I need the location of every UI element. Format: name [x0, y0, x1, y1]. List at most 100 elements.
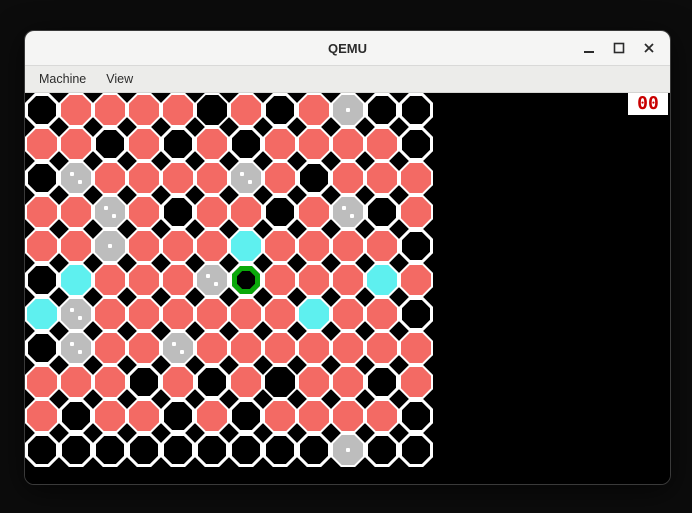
board-cell[interactable]: [93, 93, 127, 127]
board-cell[interactable]: [331, 229, 365, 263]
board-cell[interactable]: [127, 229, 161, 263]
board-cell[interactable]: [331, 365, 365, 399]
board-cell[interactable]: [93, 365, 127, 399]
minimize-button[interactable]: [574, 33, 604, 63]
board-cell[interactable]: [195, 331, 229, 365]
board-cell[interactable]: [297, 297, 331, 331]
board-cell[interactable]: [297, 93, 331, 127]
board-cell[interactable]: [59, 433, 93, 467]
board-cell[interactable]: [365, 195, 399, 229]
board-cell[interactable]: [229, 229, 263, 263]
game-area[interactable]: 0 0: [25, 93, 670, 485]
board-cell[interactable]: [399, 263, 433, 297]
board-cell[interactable]: [297, 331, 331, 365]
board-cell[interactable]: [399, 399, 433, 433]
board-cell[interactable]: [59, 93, 93, 127]
board-cell[interactable]: [331, 331, 365, 365]
board-cell[interactable]: [399, 229, 433, 263]
board-cell[interactable]: [229, 93, 263, 127]
board-cell[interactable]: [399, 93, 433, 127]
board-cell[interactable]: [263, 433, 297, 467]
board-cell[interactable]: [59, 127, 93, 161]
board-cell[interactable]: [195, 263, 229, 297]
board-cell[interactable]: [59, 297, 93, 331]
board-cell[interactable]: [25, 127, 59, 161]
board-cell[interactable]: [263, 93, 297, 127]
board-cell[interactable]: [399, 127, 433, 161]
board-cell[interactable]: [297, 161, 331, 195]
board-cell[interactable]: [59, 195, 93, 229]
board-cell[interactable]: [365, 331, 399, 365]
board-cell[interactable]: [25, 195, 59, 229]
board-cell[interactable]: [365, 433, 399, 467]
board-cell[interactable]: [229, 433, 263, 467]
board-cell[interactable]: [195, 297, 229, 331]
board-cell[interactable]: [161, 433, 195, 467]
menu-view[interactable]: View: [96, 69, 143, 89]
board-cell[interactable]: [161, 93, 195, 127]
board-cell[interactable]: [59, 229, 93, 263]
board-cell[interactable]: [161, 263, 195, 297]
board-cell[interactable]: [399, 433, 433, 467]
board-cell[interactable]: [161, 297, 195, 331]
board-cell[interactable]: [195, 365, 229, 399]
board-cell[interactable]: [161, 331, 195, 365]
board-cell[interactable]: [263, 331, 297, 365]
board-cell[interactable]: [161, 399, 195, 433]
board-cell[interactable]: [263, 263, 297, 297]
board-cell[interactable]: [127, 297, 161, 331]
board-cell[interactable]: [127, 195, 161, 229]
board-cell[interactable]: [59, 161, 93, 195]
board-cell[interactable]: [195, 127, 229, 161]
board-cell[interactable]: [365, 229, 399, 263]
board-cell[interactable]: [331, 127, 365, 161]
board-cell[interactable]: [331, 161, 365, 195]
board-cell[interactable]: [195, 93, 229, 127]
board-cell[interactable]: [127, 433, 161, 467]
board-cell[interactable]: [229, 127, 263, 161]
maximize-button[interactable]: [604, 33, 634, 63]
board-cell[interactable]: [365, 365, 399, 399]
board-cell[interactable]: [25, 365, 59, 399]
board-cell[interactable]: [25, 297, 59, 331]
board-cell[interactable]: [331, 263, 365, 297]
board-cell[interactable]: [297, 127, 331, 161]
board-cell[interactable]: [297, 263, 331, 297]
board-cell[interactable]: [161, 127, 195, 161]
board-cell[interactable]: [93, 399, 127, 433]
board-cell[interactable]: [331, 297, 365, 331]
board-cell[interactable]: [127, 331, 161, 365]
menu-machine[interactable]: Machine: [29, 69, 96, 89]
board-cell[interactable]: [25, 263, 59, 297]
board-cell[interactable]: [93, 229, 127, 263]
board-cell[interactable]: [365, 297, 399, 331]
board-cell[interactable]: [127, 161, 161, 195]
board-cell[interactable]: [263, 229, 297, 263]
board-cell[interactable]: [229, 297, 263, 331]
board-cell[interactable]: [229, 399, 263, 433]
board-cell[interactable]: [263, 365, 297, 399]
board-cell[interactable]: [127, 365, 161, 399]
board-cell[interactable]: [127, 399, 161, 433]
board-cell[interactable]: [25, 433, 59, 467]
board-cell[interactable]: [59, 399, 93, 433]
board-cell[interactable]: [161, 195, 195, 229]
board-cell[interactable]: [25, 399, 59, 433]
board-cell[interactable]: [297, 195, 331, 229]
board-cell[interactable]: [195, 229, 229, 263]
board-cell[interactable]: [399, 161, 433, 195]
board-cell[interactable]: [399, 195, 433, 229]
board-cell[interactable]: [297, 433, 331, 467]
board-cell[interactable]: [161, 365, 195, 399]
board-cell[interactable]: [263, 127, 297, 161]
board-cell[interactable]: [93, 433, 127, 467]
board-cell[interactable]: [229, 195, 263, 229]
board-cell[interactable]: [263, 399, 297, 433]
board-cell[interactable]: [263, 195, 297, 229]
board-cell[interactable]: [297, 365, 331, 399]
board-cell[interactable]: [161, 161, 195, 195]
board-cell[interactable]: [195, 195, 229, 229]
board-cell[interactable]: [399, 331, 433, 365]
board-cell[interactable]: [365, 161, 399, 195]
board-cell[interactable]: [25, 161, 59, 195]
